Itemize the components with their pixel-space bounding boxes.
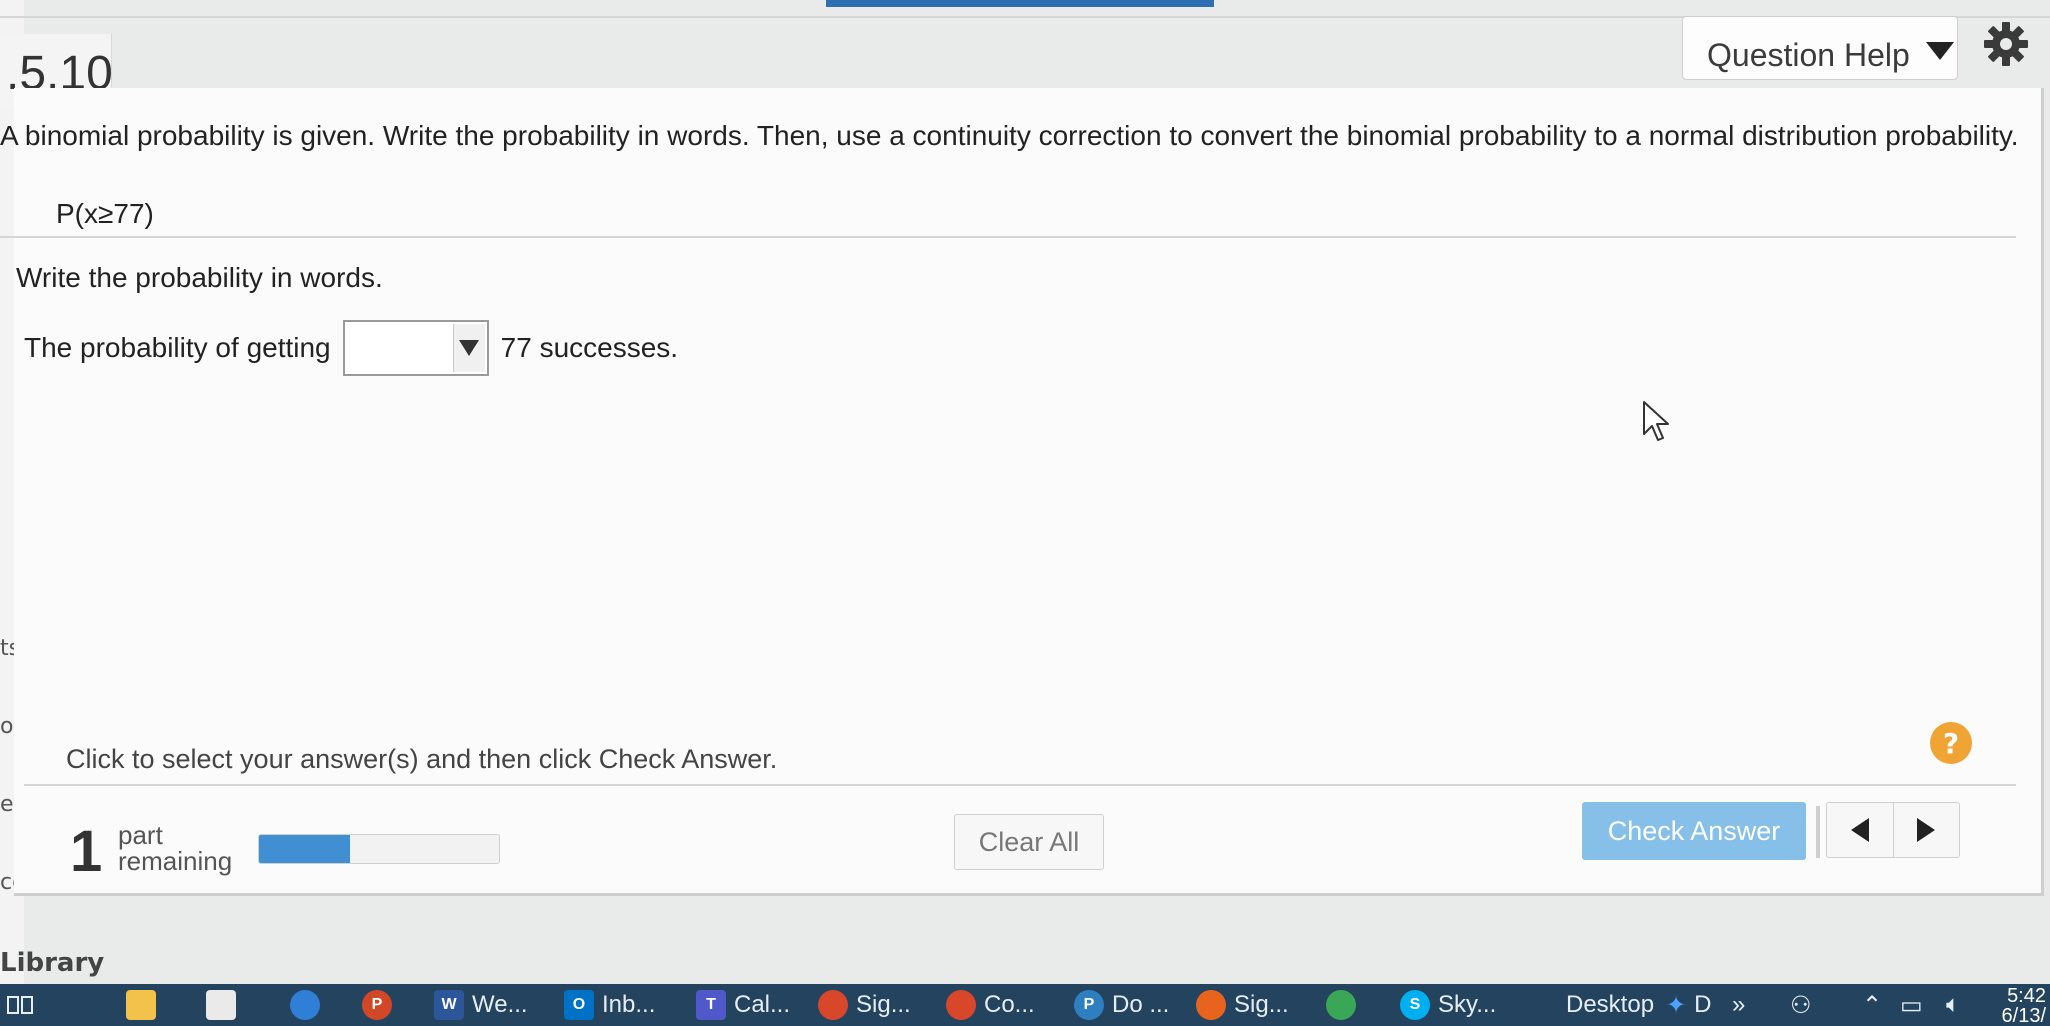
question-help-label: Question Help xyxy=(1707,36,1910,73)
taskbar-item-label: Sky... xyxy=(1438,991,1497,1018)
write-in-words-label: Write the probability in words. xyxy=(16,262,383,293)
volume-button[interactable]: 🔈︎ xyxy=(1946,984,1960,1026)
file-explorer-button[interactable] xyxy=(126,984,156,1026)
windows-taskbar: P W We... O Inb... T Cal... Sig... Co...… xyxy=(0,984,2050,1026)
word-icon: W xyxy=(434,990,464,1020)
sentence-prefix: The probability of getting xyxy=(24,332,331,363)
taskbar-item[interactable]: W We... xyxy=(434,984,528,1026)
mouse-cursor-icon xyxy=(1643,401,1669,441)
help-icon[interactable]: ? xyxy=(1930,722,1972,764)
globe-button[interactable] xyxy=(1326,984,1356,1026)
parts-label-line1: part xyxy=(118,820,163,850)
store-button[interactable] xyxy=(206,984,236,1026)
desktop-label: Desktop xyxy=(1566,991,1655,1018)
task-view-icon xyxy=(7,996,33,1014)
system-clock[interactable]: 5:42 6/13/ xyxy=(2002,986,2046,1026)
sentence-suffix: 77 successes. xyxy=(500,332,679,363)
firefox-icon xyxy=(1196,990,1226,1020)
arrow-left-icon xyxy=(1850,818,1869,842)
parts-remaining-count: 1 xyxy=(70,819,103,884)
taskbar-item-label: Cal... xyxy=(734,991,791,1018)
skype-icon: S xyxy=(1400,990,1430,1020)
taskbar-item[interactable]: O Inb... xyxy=(564,984,655,1026)
taskbar-item-label: Inb... xyxy=(602,991,656,1018)
dropdown-arrow-icon[interactable] xyxy=(452,324,485,372)
taskbar-item-label: Sig... xyxy=(1234,991,1289,1018)
people-icon: ⚇ xyxy=(1790,991,1812,1019)
caret-down-icon xyxy=(1925,42,1954,60)
answer-dropdown[interactable] xyxy=(342,320,489,376)
question-prompt: A binomial probability is given. Write t… xyxy=(0,120,2019,151)
chrome-icon xyxy=(946,990,976,1020)
library-link[interactable]: Library xyxy=(0,948,104,978)
outlook-icon: O xyxy=(564,990,594,1020)
overflow-chevron-icon: » xyxy=(1732,991,1746,1018)
taskbar-item[interactable]: Sig... xyxy=(1196,984,1289,1026)
taskbar-item[interactable]: Sig... xyxy=(818,984,911,1026)
tray-letter: D xyxy=(1694,991,1712,1018)
taskbar-item[interactable]: Co... xyxy=(946,984,1035,1026)
progress-bar xyxy=(258,834,500,864)
edge-icon xyxy=(290,990,320,1020)
taskbar-item-label: Co... xyxy=(984,991,1035,1018)
globe-icon xyxy=(1326,990,1356,1020)
answer-sentence: The probability of getting 77 successes. xyxy=(24,320,678,376)
gear-icon[interactable] xyxy=(1982,20,2030,68)
instructions-text: Click to select your answer(s) and then … xyxy=(66,744,778,774)
taskbar-item-label: We... xyxy=(472,991,528,1018)
question-navigation xyxy=(1826,802,1960,858)
parts-label-line2: remaining xyxy=(118,846,233,876)
button-separator xyxy=(1816,806,1820,858)
taskbar-item[interactable]: T Cal... xyxy=(696,984,790,1026)
dropbox-icon: ✦ xyxy=(1666,991,1687,1019)
desktop-toolbar[interactable]: Desktop xyxy=(1566,984,1654,1026)
task-view-button[interactable] xyxy=(6,984,36,1026)
store-icon xyxy=(206,990,236,1020)
people-button[interactable]: ⚇ xyxy=(1790,984,1812,1026)
question-help-button[interactable]: Question Help xyxy=(1682,16,1958,80)
battery-icon: ▭ xyxy=(1900,991,1923,1019)
section-divider xyxy=(0,236,2016,238)
next-button[interactable] xyxy=(1894,803,1960,857)
teams-icon: T xyxy=(696,990,726,1020)
clear-all-button[interactable]: Clear All xyxy=(954,814,1104,870)
taskbar-item[interactable]: P Do ... xyxy=(1074,984,1169,1026)
battery-button[interactable]: ▭ xyxy=(1900,984,1923,1026)
progress-fill xyxy=(259,835,351,863)
arrow-right-icon xyxy=(1917,818,1936,842)
tray-expand[interactable]: ⌃ xyxy=(1862,984,1882,1026)
clock-date: 6/13/ xyxy=(2001,1005,2046,1026)
chrome-icon xyxy=(818,990,848,1020)
powerpoint-button[interactable]: P xyxy=(362,984,392,1026)
active-tab-indicator xyxy=(826,0,1214,7)
footer-divider xyxy=(24,784,2016,786)
taskbar-item-label: Sig... xyxy=(856,991,911,1018)
speaker-icon: 🔈︎ xyxy=(1946,991,1961,1018)
toolbar-overflow[interactable]: » xyxy=(1732,984,1745,1026)
previous-button[interactable] xyxy=(1827,803,1894,857)
tray-dropbox[interactable]: ✦ D xyxy=(1666,984,1711,1026)
edge-button[interactable] xyxy=(290,984,320,1026)
pandora-icon: P xyxy=(1074,990,1104,1020)
probability-expression: P(x≥77) xyxy=(56,198,154,229)
taskbar-item[interactable]: S Sky... xyxy=(1400,984,1496,1026)
chevron-up-icon: ⌃ xyxy=(1862,991,1883,1019)
powerpoint-icon: P xyxy=(362,990,392,1020)
taskbar-item-label: Do ... xyxy=(1112,991,1170,1018)
check-answer-button[interactable]: Check Answer xyxy=(1582,802,1806,860)
parts-remaining-label: part remaining xyxy=(118,822,232,874)
folder-icon xyxy=(126,990,156,1020)
clock-time: 5:42 xyxy=(2007,985,2046,1007)
